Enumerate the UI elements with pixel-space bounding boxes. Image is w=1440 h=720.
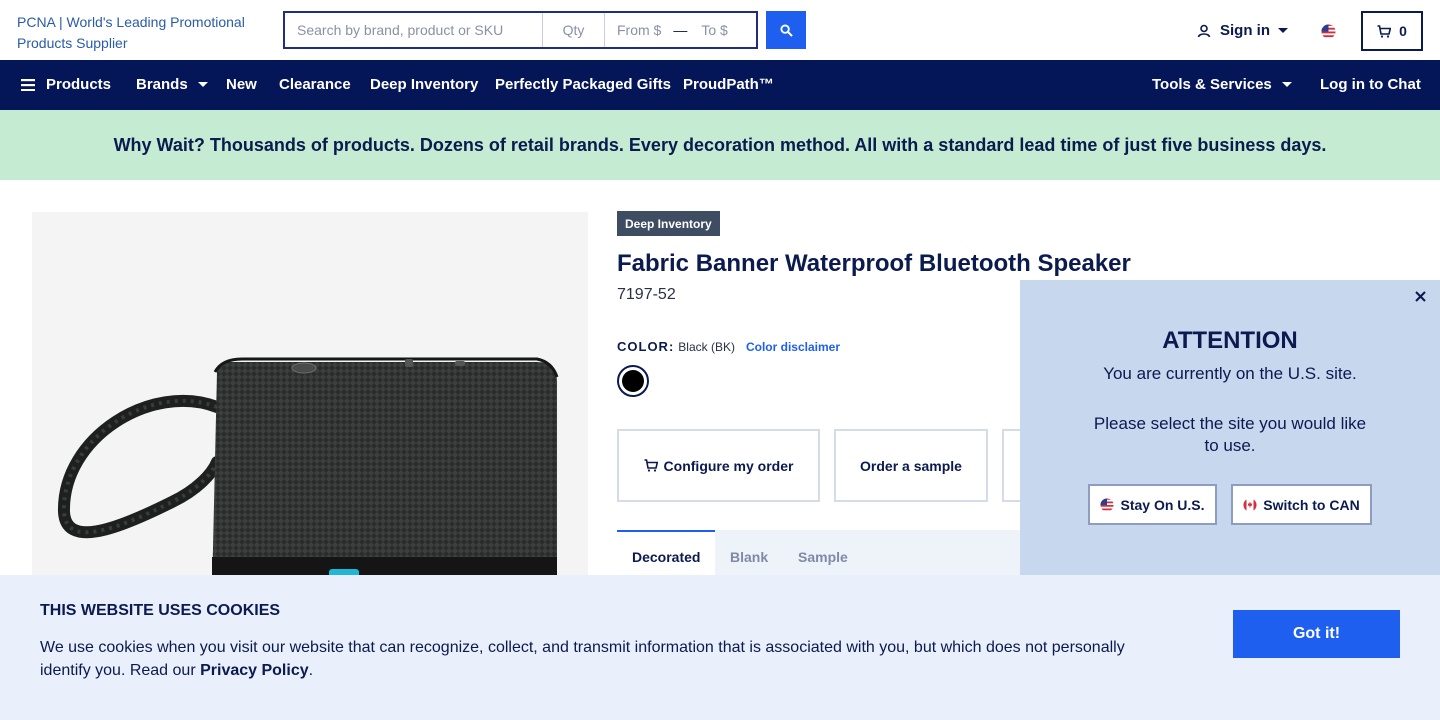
configure-order-button[interactable]: Configure my order: [617, 429, 820, 502]
search-button[interactable]: [766, 11, 806, 49]
cart-icon: [1377, 24, 1392, 38]
modal-message-select: Please select the site you would like to…: [1093, 414, 1367, 455]
user-icon: [1197, 24, 1211, 37]
site-selector-modal: ATTENTION You are currently on the U.S. …: [1020, 280, 1440, 575]
sign-in-label: Sign in: [1220, 22, 1270, 39]
nav-deep-inventory[interactable]: Deep Inventory: [370, 76, 478, 93]
color-swatch-black[interactable]: [617, 365, 649, 397]
nav-products-label: Products: [46, 76, 112, 93]
cookie-period: .: [308, 662, 314, 679]
main-nav: Products Brands New Clearance Deep Inven…: [0, 60, 1440, 110]
configure-order-label: Configure my order: [663, 457, 794, 474]
modal-title: ATTENTION: [1162, 327, 1298, 354]
nav-products[interactable]: Products: [21, 76, 111, 93]
search-input[interactable]: Search by brand, product or SKU: [285, 13, 543, 47]
price-from-input[interactable]: From $: [617, 22, 661, 38]
promo-text: Why Wait? Thousands of products. Dozens …: [113, 134, 1327, 155]
switch-can-label: Switch to CAN: [1263, 496, 1360, 513]
color-selector-label: COLOR: Black (BK) Color disclaimer: [617, 339, 840, 354]
tab-blank[interactable]: Blank: [730, 549, 768, 565]
swatch-fill: [622, 370, 644, 392]
cookie-banner: THIS WEBSITE USES COOKIES We use cookies…: [0, 575, 1440, 720]
tab-decorated[interactable]: Decorated: [632, 549, 700, 565]
chevron-down-icon: [1278, 28, 1288, 33]
cart-icon: [644, 459, 658, 472]
switch-can-button[interactable]: Switch to CAN: [1231, 484, 1372, 525]
range-dash: —: [673, 22, 688, 38]
order-sample-button[interactable]: Order a sample: [834, 429, 988, 502]
color-label: COLOR:: [617, 339, 675, 354]
site-header: PCNA | World's Leading Promotional Produ…: [0, 0, 1440, 60]
chevron-down-icon: [1281, 82, 1292, 87]
us-flag-icon: [1100, 497, 1115, 512]
search-bar: Search by brand, product or SKU Qty From…: [283, 11, 758, 49]
close-icon[interactable]: [1415, 289, 1426, 307]
color-disclaimer-link[interactable]: Color disclaimer: [746, 340, 840, 354]
nav-clearance[interactable]: Clearance: [279, 76, 351, 93]
nav-proudpath[interactable]: ProudPath™: [683, 76, 774, 93]
order-sample-label: Order a sample: [860, 457, 962, 474]
quantity-input[interactable]: Qty: [543, 13, 605, 47]
nav-chat[interactable]: Log in to Chat: [1320, 76, 1421, 93]
canada-flag-icon: [1243, 497, 1257, 512]
modal-message-current-site: You are currently on the U.S. site.: [1103, 364, 1357, 383]
nav-tools-label: Tools & Services: [1152, 76, 1272, 93]
accept-cookies-button[interactable]: Got it!: [1233, 610, 1400, 658]
cart-button[interactable]: 0: [1361, 11, 1423, 51]
color-value: Black (BK): [678, 340, 735, 354]
chevron-down-icon: [197, 82, 208, 87]
cookie-text: We use cookies when you visit our websit…: [40, 636, 1150, 682]
stay-us-label: Stay On U.S.: [1120, 496, 1205, 513]
site-logo[interactable]: PCNA | World's Leading Promotional Produ…: [17, 12, 272, 54]
price-to-input[interactable]: To $: [701, 22, 727, 38]
product-sku: 7197-52: [617, 286, 676, 303]
nav-brands[interactable]: Brands: [136, 76, 208, 93]
nav-brands-label: Brands: [136, 76, 188, 93]
privacy-policy-link[interactable]: Privacy Policy: [200, 662, 309, 679]
search-icon: [779, 23, 793, 37]
stay-us-button[interactable]: Stay On U.S.: [1088, 484, 1217, 525]
sign-in-menu[interactable]: Sign in: [1197, 22, 1288, 39]
us-flag-icon[interactable]: [1321, 24, 1336, 44]
tab-sample[interactable]: Sample: [798, 549, 848, 565]
nav-gifts[interactable]: Perfectly Packaged Gifts: [495, 76, 671, 93]
promo-banner: Why Wait? Thousands of products. Dozens …: [0, 110, 1440, 180]
price-range: From $ — To $: [605, 13, 756, 47]
cookie-title: THIS WEBSITE USES COOKIES: [40, 602, 281, 619]
product-title: Fabric Banner Waterproof Bluetooth Speak…: [617, 250, 1131, 277]
cart-count: 0: [1399, 23, 1407, 39]
nav-tools[interactable]: Tools & Services: [1152, 76, 1292, 93]
deep-inventory-badge: Deep Inventory: [617, 211, 720, 236]
nav-new[interactable]: New: [226, 76, 257, 93]
hamburger-icon: [21, 78, 35, 91]
